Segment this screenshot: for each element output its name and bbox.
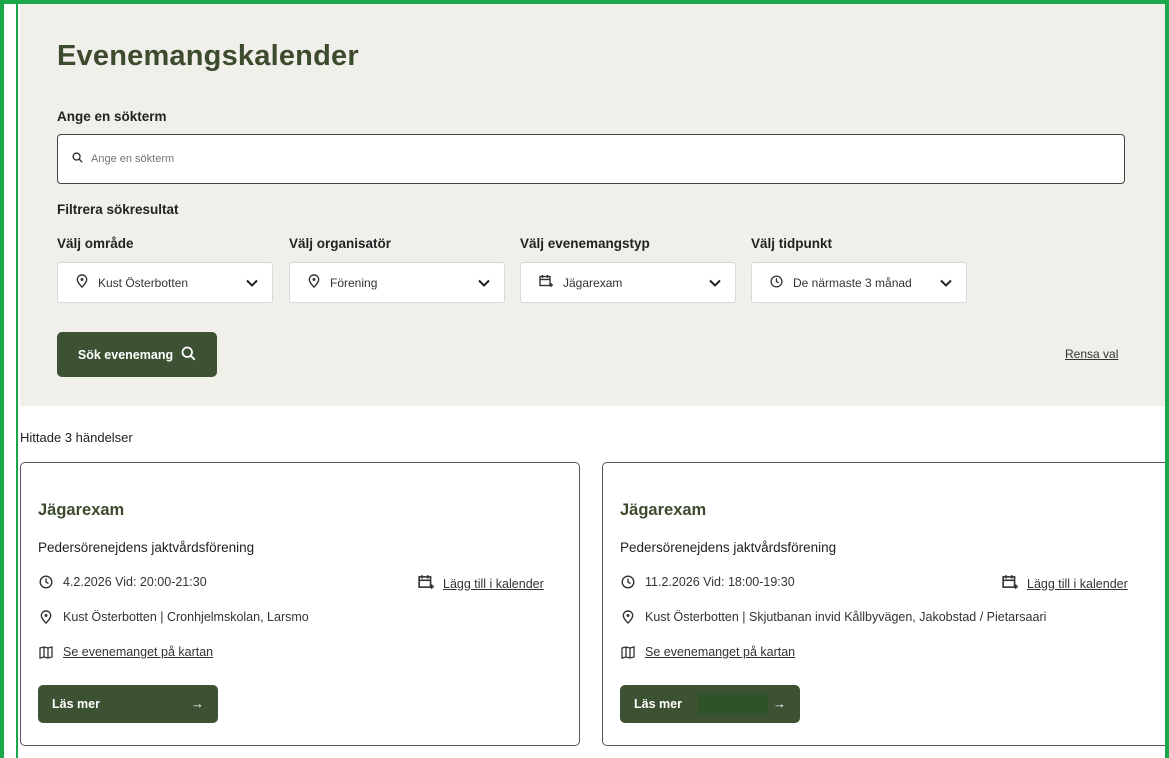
redaction-block	[698, 693, 768, 715]
map-link-label: Se evenemanget på kartan	[63, 645, 214, 659]
arrow-right-icon: →	[773, 696, 786, 711]
filter-heading: Filtrera sökresultat	[57, 202, 179, 217]
map-link[interactable]: Se evenemanget på kartan	[620, 644, 795, 660]
organizer-select-value: Förening	[330, 275, 378, 290]
event-type-select[interactable]: Jägarexam	[520, 262, 736, 303]
area-select[interactable]: Kust Österbotten	[57, 262, 273, 303]
event-card: Jägarexam Pedersörenejdens jaktvårdsföre…	[602, 462, 1169, 746]
time-select[interactable]: De närmaste 3 månad	[751, 262, 967, 303]
event-organizer: Pedersörenejdens jaktvårdsförening	[620, 540, 837, 555]
map-icon	[38, 644, 54, 660]
map-link-label: Se evenemanget på kartan	[645, 645, 796, 659]
chevron-down-icon	[478, 276, 490, 290]
map-icon	[620, 644, 636, 660]
calendar-add-icon	[539, 274, 553, 291]
event-location-row: Kust Österbotten | Skjutbanan invid Kåll…	[620, 609, 1046, 625]
event-datetime-row: 11.2.2026 Vid: 18:00-19:30	[620, 574, 795, 590]
clock-icon	[38, 574, 54, 590]
event-location-row: Kust Österbotten | Cronhjelmskolan, Lars…	[38, 609, 309, 625]
location-pin-icon	[620, 609, 636, 625]
organizer-select[interactable]: Förening	[289, 262, 505, 303]
location-pin-icon	[76, 274, 88, 291]
filter-time-label: Välj tidpunkt	[751, 236, 832, 251]
result-count: Hittade 3 händelser	[20, 430, 133, 445]
read-more-button[interactable]: Läs mer →	[38, 685, 218, 723]
location-pin-icon	[308, 274, 320, 291]
event-location: Kust Österbotten | Cronhjelmskolan, Lars…	[63, 610, 309, 624]
filter-organizer-label: Välj organisatör	[289, 236, 392, 251]
add-to-calendar-link[interactable]: Lägg till i kalender	[1002, 574, 1128, 593]
event-title: Jägarexam	[620, 501, 707, 519]
arrow-right-icon: →	[191, 696, 204, 711]
add-to-calendar-link[interactable]: Lägg till i kalender	[418, 574, 544, 593]
location-pin-icon	[38, 609, 54, 625]
filter-event-type-label: Välj evenemangstyp	[520, 236, 650, 251]
filter-area-label: Välj område	[57, 236, 134, 251]
search-field[interactable]	[57, 134, 1125, 184]
clock-icon	[620, 574, 636, 590]
event-card: Jägarexam Pedersörenejdens jaktvårdsföre…	[20, 462, 580, 746]
search-button-label: Sök evenemang	[77, 347, 174, 362]
event-type-select-value: Jägarexam	[563, 275, 623, 290]
page-title: Evenemangskalender	[57, 40, 359, 72]
search-label: Ange en sökterm	[57, 109, 167, 124]
add-to-calendar-label: Lägg till i kalender	[443, 576, 544, 591]
clear-filters-link[interactable]: Rensa val	[1065, 347, 1118, 361]
search-events-button[interactable]: Sök evenemang	[57, 332, 217, 377]
search-icon	[181, 346, 196, 364]
search-input[interactable]	[91, 153, 991, 165]
chevron-down-icon	[709, 276, 721, 290]
read-more-label: Läs mer	[634, 697, 682, 711]
event-location: Kust Österbotten | Skjutbanan invid Kåll…	[645, 610, 1047, 624]
time-select-value: De närmaste 3 månad	[793, 275, 912, 290]
area-select-value: Kust Österbotten	[98, 275, 189, 290]
calendar-add-icon	[418, 574, 434, 593]
event-title: Jägarexam	[38, 501, 125, 519]
clock-icon	[770, 274, 783, 291]
event-datetime-row: 4.2.2026 Vid: 20:00-21:30	[38, 574, 207, 590]
read-more-button[interactable]: Läs mer →	[620, 685, 800, 723]
search-icon	[72, 150, 83, 168]
event-organizer: Pedersörenejdens jaktvårdsförening	[38, 540, 255, 555]
event-datetime: 4.2.2026 Vid: 20:00-21:30	[63, 575, 207, 589]
chevron-down-icon	[246, 276, 258, 290]
chevron-down-icon	[940, 276, 952, 290]
highlight-frame-edge	[16, 4, 18, 758]
map-link[interactable]: Se evenemanget på kartan	[38, 644, 213, 660]
read-more-label: Läs mer	[52, 697, 100, 711]
calendar-add-icon	[1002, 574, 1018, 593]
event-datetime: 11.2.2026 Vid: 18:00-19:30	[645, 575, 795, 589]
add-to-calendar-label: Lägg till i kalender	[1027, 576, 1128, 591]
